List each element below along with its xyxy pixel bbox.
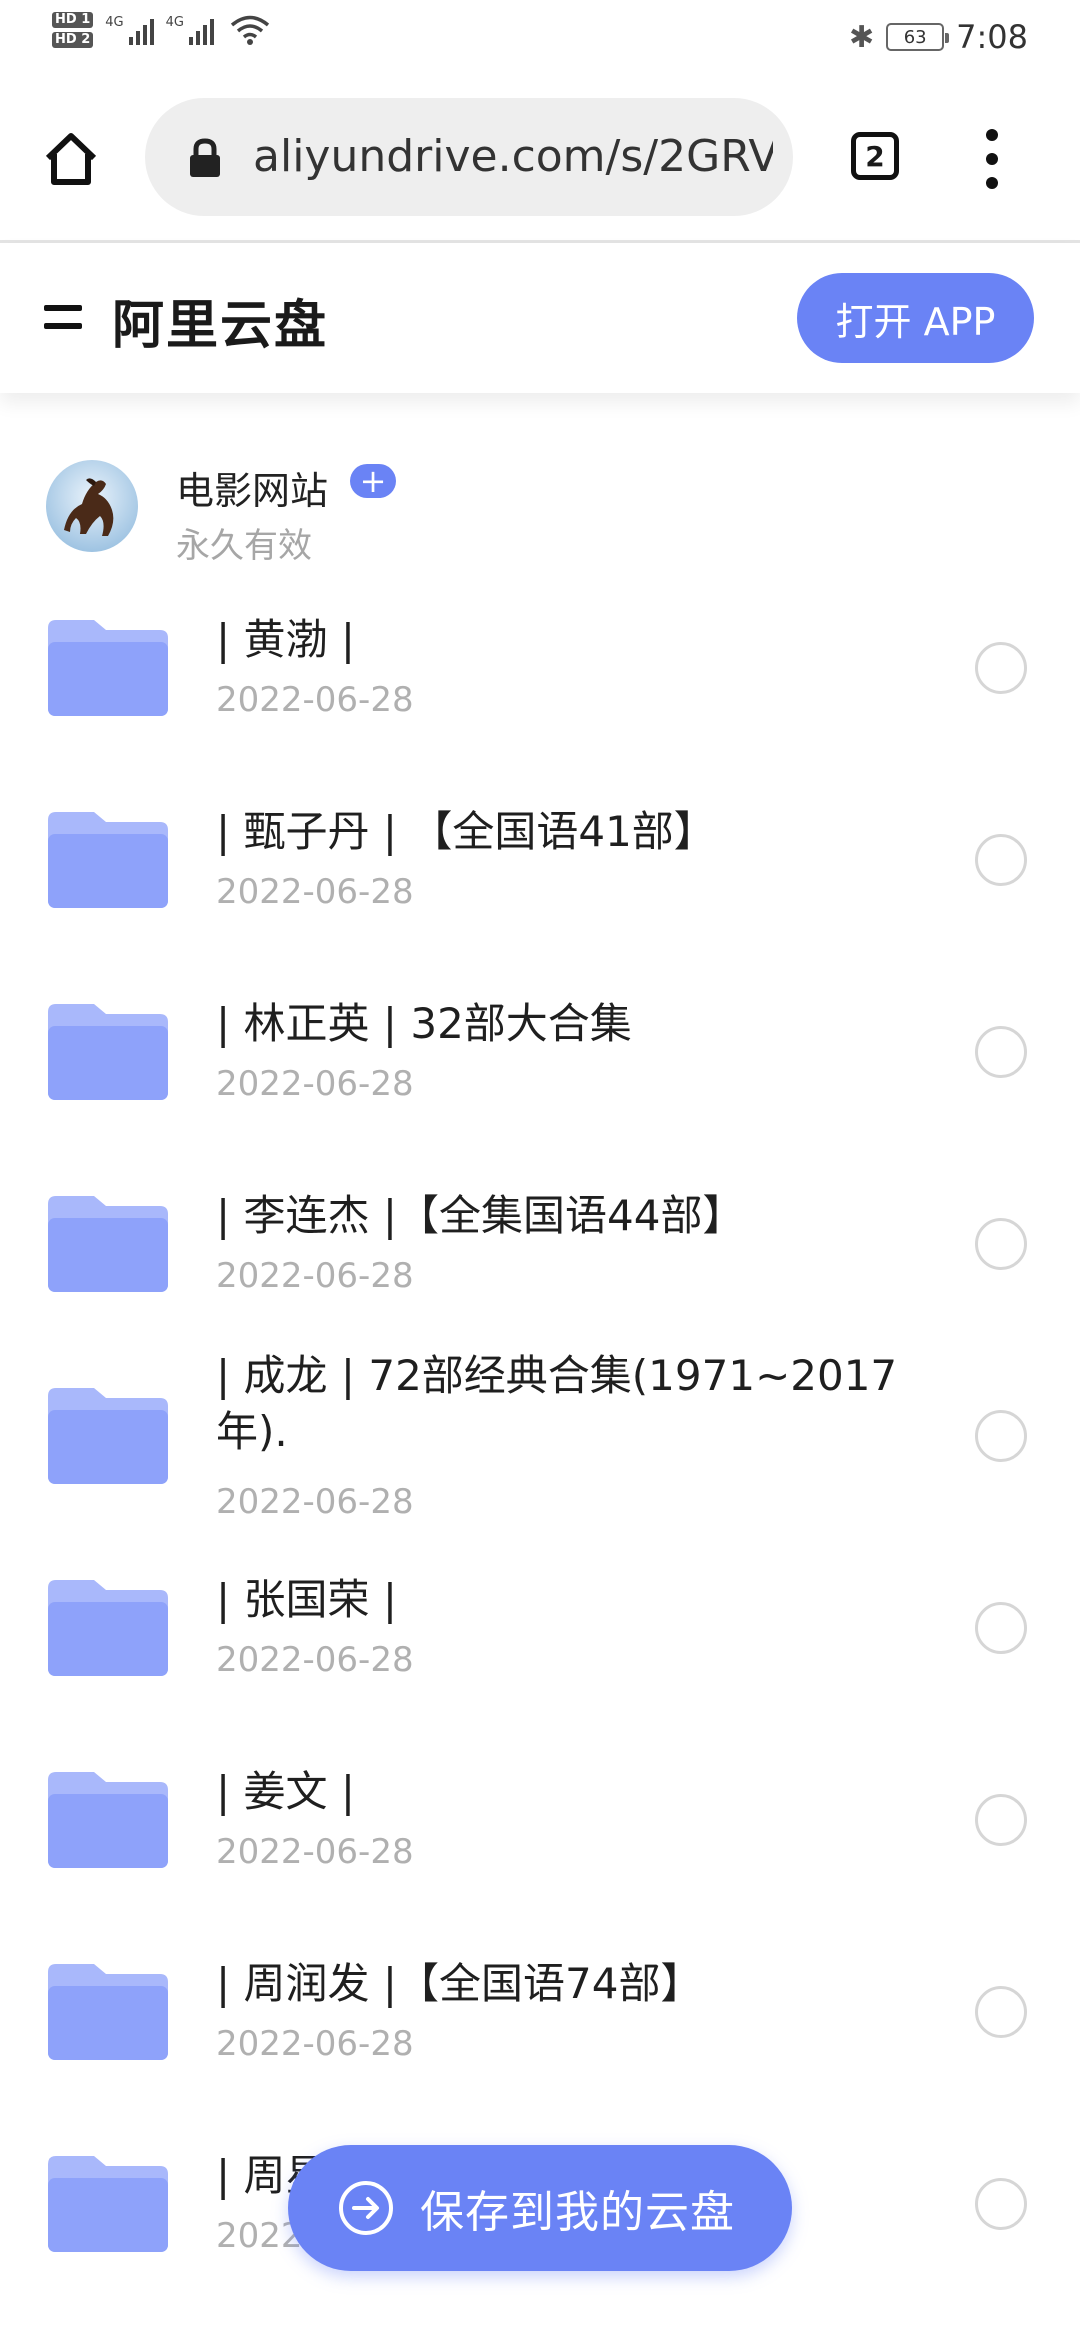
system-indicators: ✱ 63 7:08 bbox=[849, 18, 1028, 56]
arrow-circle-icon bbox=[339, 2181, 393, 2235]
url-text: aliyundrive.com/s/2GRV bbox=[253, 131, 773, 182]
folder-icon bbox=[48, 1964, 168, 2060]
list-item[interactable]: | 林正英 | 32部大合集 2022-06-28 bbox=[0, 999, 1080, 1154]
select-checkbox[interactable] bbox=[975, 642, 1027, 694]
folder-icon bbox=[48, 1004, 168, 1100]
file-date: 2022-06-28 bbox=[216, 1482, 414, 1522]
select-checkbox[interactable] bbox=[975, 1602, 1027, 1654]
file-name: | 成龙 | 72部经典合集(1971~2017年). bbox=[216, 1351, 898, 1456]
file-date: 2022-06-28 bbox=[216, 872, 414, 912]
file-date: 2022-06-28 bbox=[216, 1064, 414, 1104]
follow-button[interactable]: + bbox=[350, 464, 396, 498]
signal-icon-2: 4G bbox=[166, 15, 214, 45]
signal-icon: 4G bbox=[105, 15, 154, 45]
folder-icon bbox=[48, 812, 168, 908]
hd-badge-1: HD 1 bbox=[52, 12, 94, 28]
file-date: 2022-06-28 bbox=[216, 1640, 414, 1680]
file-name: | 姜文 | bbox=[216, 1767, 356, 1816]
folder-icon bbox=[48, 1388, 168, 1484]
file-date: 2022-06-28 bbox=[216, 680, 414, 720]
wifi-icon bbox=[230, 15, 270, 45]
list-item[interactable]: | 张国荣 | 2022-06-28 bbox=[0, 1575, 1080, 1730]
address-bar[interactable]: aliyundrive.com/s/2GRV bbox=[145, 98, 793, 216]
tab-switcher-button[interactable]: 2 bbox=[851, 132, 899, 180]
browser-toolbar: aliyundrive.com/s/2GRV 2 bbox=[0, 80, 1080, 243]
select-checkbox[interactable] bbox=[975, 1794, 1027, 1846]
list-item[interactable]: | 周润发 |【全国语74部】 2022-06-28 bbox=[0, 1959, 1080, 2114]
select-checkbox[interactable] bbox=[975, 1986, 1027, 2038]
folder-icon bbox=[48, 1772, 168, 1868]
owner-name: 电影网站 bbox=[176, 469, 329, 513]
status-bar: HD 1 HD 2 4G 4G ✱ 63 7:08 bbox=[0, 0, 1080, 80]
folder-icon bbox=[48, 2156, 168, 2252]
open-app-button[interactable]: 打开 APP bbox=[797, 273, 1034, 363]
folder-icon bbox=[48, 1580, 168, 1676]
clock: 7:08 bbox=[956, 18, 1028, 56]
list-item[interactable]: | 李连杰 |【全集国语44部】 2022-06-28 bbox=[0, 1191, 1080, 1346]
lock-icon bbox=[190, 138, 220, 177]
share-validity: 永久有效 bbox=[176, 526, 312, 566]
folder-icon bbox=[48, 620, 168, 716]
list-item[interactable]: | 黄渤 | 2022-06-28 bbox=[0, 615, 1080, 770]
select-checkbox[interactable] bbox=[975, 2178, 1027, 2230]
battery-level: 63 bbox=[903, 26, 927, 48]
file-name: | 黄渤 | bbox=[216, 615, 356, 664]
file-name: | 周润发 |【全国语74部】 bbox=[216, 1959, 703, 2008]
network-indicators: HD 1 HD 2 4G 4G bbox=[52, 12, 270, 48]
avatar bbox=[46, 460, 138, 552]
select-checkbox[interactable] bbox=[975, 834, 1027, 886]
more-options-icon[interactable] bbox=[985, 128, 999, 190]
select-checkbox[interactable] bbox=[975, 1410, 1027, 1462]
battery-icon: 63 bbox=[886, 23, 950, 51]
select-checkbox[interactable] bbox=[975, 1026, 1027, 1078]
file-name: | 李连杰 |【全集国语44部】 bbox=[216, 1191, 745, 1240]
select-checkbox[interactable] bbox=[975, 1218, 1027, 1270]
file-name: | 甄子丹 | 【全国语41部】 bbox=[216, 807, 716, 856]
home-icon[interactable] bbox=[42, 130, 100, 188]
file-date: 2022-06-28 bbox=[216, 2024, 414, 2064]
menu-icon[interactable] bbox=[44, 305, 82, 329]
list-item[interactable]: | 姜文 | 2022-06-28 bbox=[0, 1767, 1080, 1922]
list-item[interactable]: | 甄子丹 | 【全国语41部】 2022-06-28 bbox=[0, 807, 1080, 962]
save-button-label: 保存到我的云盘 bbox=[420, 2187, 735, 2238]
file-date: 2022-06-28 bbox=[216, 1256, 414, 1296]
app-title: 阿里云盘 bbox=[112, 296, 329, 356]
app-header: 阿里云盘 打开 APP bbox=[0, 243, 1080, 393]
bluetooth-icon: ✱ bbox=[849, 19, 875, 55]
file-name: | 林正英 | 32部大合集 bbox=[216, 999, 632, 1048]
save-to-drive-button[interactable]: 保存到我的云盘 bbox=[288, 2145, 792, 2271]
list-item[interactable]: | 成龙 | 72部经典合集(1971~2017年). 2022-06-28 bbox=[0, 1351, 1080, 1558]
folder-icon bbox=[48, 1196, 168, 1292]
file-date: 2022-06-28 bbox=[216, 1832, 414, 1872]
hd-badge-2: HD 2 bbox=[52, 32, 94, 48]
file-name: | 张国荣 | bbox=[216, 1575, 398, 1624]
